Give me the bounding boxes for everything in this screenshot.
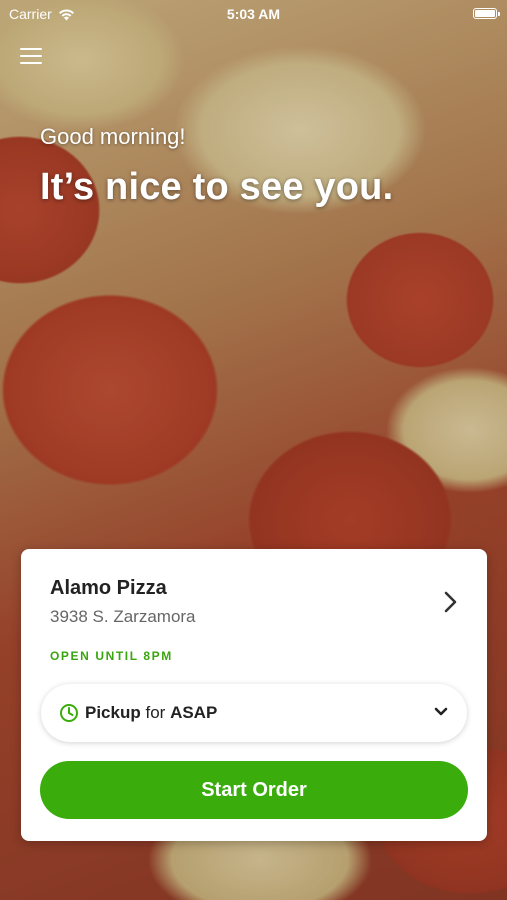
greeting-text: Good morning! [40, 124, 186, 149]
chevron-down-icon [434, 707, 448, 716]
open-status-badge: OPEN UNTIL 8PM [50, 649, 173, 663]
battery-fill [475, 10, 495, 17]
battery-icon [473, 8, 500, 19]
order-connector: for [145, 703, 166, 722]
status-bar: Carrier 5:03 AM [0, 0, 507, 28]
order-method: Pickup [85, 703, 141, 722]
store-address[interactable]: 3938 S. Zarzamora [50, 607, 196, 627]
status-time: 5:03 AM [226, 6, 281, 22]
menu-line [20, 48, 42, 50]
menu-icon[interactable] [20, 48, 42, 68]
order-time: ASAP [170, 703, 218, 722]
store-name[interactable]: Alamo Pizza [50, 577, 167, 600]
order-mode-text: Pickup for ASAP [85, 703, 217, 723]
menu-line [20, 62, 42, 64]
clock-icon [60, 704, 78, 722]
store-card: Alamo Pizza 3938 S. Zarzamora OPEN UNTIL… [21, 549, 487, 841]
order-mode-select[interactable]: Pickup for ASAP [41, 684, 467, 742]
chevron-right-icon[interactable] [439, 589, 461, 615]
start-order-button[interactable]: Start Order [40, 761, 468, 819]
welcome-headline: It’s nice to see you. [40, 166, 394, 208]
menu-line [20, 55, 42, 57]
